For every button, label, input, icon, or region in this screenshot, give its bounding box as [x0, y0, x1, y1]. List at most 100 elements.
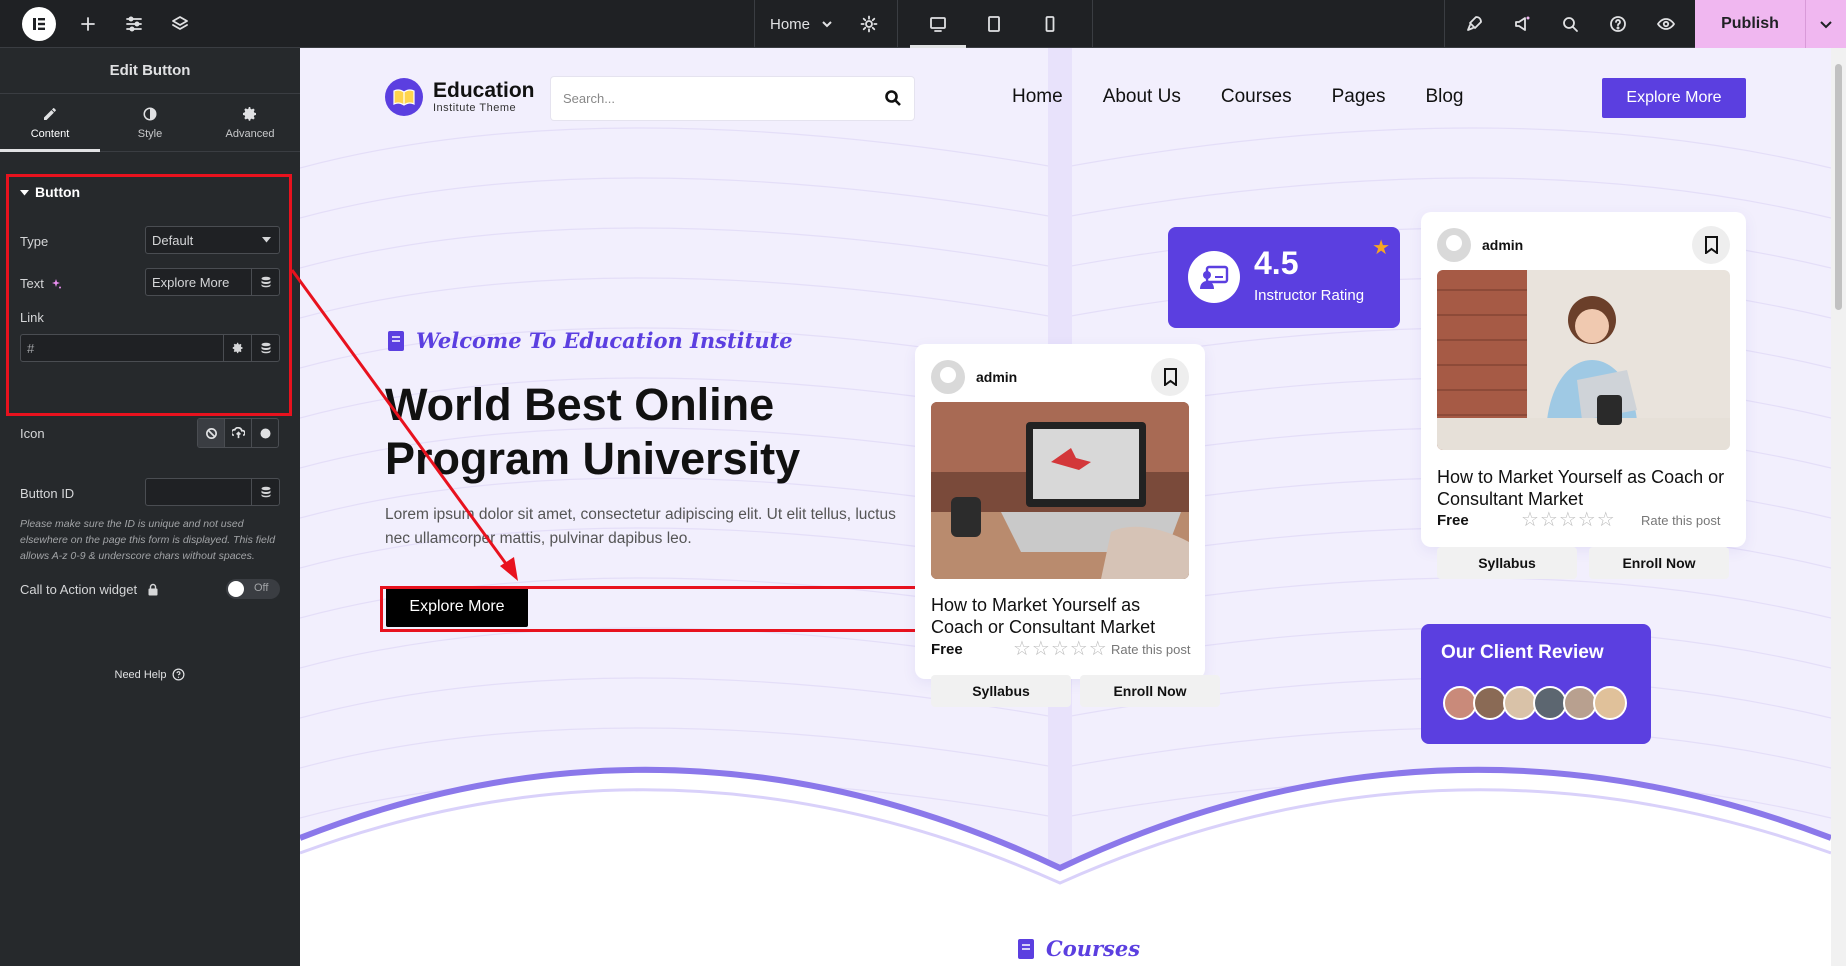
avatar [1437, 228, 1471, 262]
site-planner-rocket-icon[interactable] [1450, 0, 1498, 48]
structure-layers-icon[interactable] [156, 0, 204, 48]
editor-panel: Edit Button Content Style Advanced Butto… [0, 48, 300, 966]
nav-explore-more-button[interactable]: Explore More [1602, 78, 1746, 118]
preview-canvas: Education Institute Theme Search... Home… [300, 48, 1831, 966]
icon-label: Icon [20, 426, 45, 441]
tab-content-label: Content [30, 127, 70, 140]
hero-title: World Best Online Program University [385, 378, 945, 486]
tab-style-label: Style [137, 127, 163, 140]
card-author: admin [976, 369, 1018, 385]
button-id-input[interactable] [145, 478, 280, 506]
nav-pages[interactable]: Pages [1332, 86, 1386, 108]
nav-courses[interactable]: Courses [1221, 86, 1292, 108]
half-circle-style-icon [143, 107, 157, 120]
page-name: Home [770, 15, 811, 33]
ban-icon [205, 427, 217, 439]
cta-toggle[interactable]: Off [226, 579, 280, 599]
panel-annotation-highlight [6, 174, 292, 416]
toggle-state: Off [254, 582, 269, 594]
instructor-icon [1188, 251, 1240, 303]
need-help-link[interactable]: Need Help [0, 668, 300, 681]
rating-stars[interactable]: ☆☆☆☆☆ [1521, 507, 1616, 532]
icon-choice-group [197, 418, 279, 448]
courses-label-text: Courses [1046, 936, 1141, 961]
courses-section-label: Courses [1016, 936, 1140, 961]
scrollbar-thumb[interactable] [1835, 64, 1842, 310]
panel-tabs: Content Style Advanced [0, 94, 300, 152]
circle-icon [259, 427, 271, 439]
bookmark-icon [1704, 236, 1718, 254]
page-settings-gear-icon[interactable] [845, 0, 893, 48]
search-icon[interactable] [1546, 0, 1594, 48]
help-icon[interactable] [1594, 0, 1642, 48]
icon-library-option[interactable] [252, 419, 278, 447]
button-id-dynamic-tags-button[interactable] [251, 479, 279, 505]
site-nav: Home About Us Courses Pages Blog [1012, 86, 1464, 108]
nav-home[interactable]: Home [1012, 86, 1063, 108]
rating-stars[interactable]: ☆☆☆☆☆ [1013, 636, 1108, 661]
enroll-now-button[interactable]: Enroll Now [1589, 547, 1729, 579]
desktop-device-icon[interactable] [914, 0, 962, 48]
bookmark-icon [1163, 368, 1177, 386]
card-price: Free [1437, 512, 1469, 529]
elementor-logo-icon[interactable] [22, 7, 56, 41]
star-icon: ★ [1372, 237, 1390, 259]
toggle-knob [228, 581, 244, 597]
chevron-down-icon [822, 21, 832, 28]
avatar [1533, 686, 1567, 720]
need-help-label: Need Help [114, 668, 167, 681]
course-card: admin How to Market Yourself as Coach or… [1421, 212, 1746, 579]
bookmark-button[interactable] [1692, 226, 1730, 264]
course-card: admin How to Market Yourself as Coach or… [915, 344, 1220, 707]
preview-eye-icon[interactable] [1642, 0, 1690, 48]
nav-about-us[interactable]: About Us [1103, 86, 1181, 108]
card-title[interactable]: How to Market Yourself as Coach or Consu… [1437, 466, 1732, 510]
publish-options-button[interactable] [1805, 0, 1846, 48]
tab-advanced[interactable]: Advanced [200, 94, 300, 151]
site-logo[interactable]: Education Institute Theme [385, 78, 535, 116]
avatar [1593, 686, 1627, 720]
chevron-down-icon [1820, 21, 1832, 29]
search-icon[interactable] [884, 89, 902, 107]
syllabus-button[interactable]: Syllabus [1437, 547, 1577, 579]
syllabus-button[interactable]: Syllabus [931, 675, 1071, 707]
tab-content[interactable]: Content [0, 94, 100, 152]
pencil-icon [44, 107, 56, 120]
tablet-device-icon[interactable] [970, 0, 1018, 48]
publish-button-group: Publish [1695, 0, 1846, 48]
cta-label: Call to Action widget [20, 582, 138, 597]
button-id-help-text: Please make sure the ID is unique and no… [20, 518, 276, 562]
rating-label: Instructor Rating [1254, 287, 1365, 304]
rating-value: 4.5 [1254, 245, 1299, 281]
whats-new-megaphone-icon[interactable] [1498, 0, 1546, 48]
tab-style[interactable]: Style [100, 94, 200, 151]
avatar [1563, 686, 1597, 720]
card-title[interactable]: How to Market Yourself as Coach or Consu… [931, 594, 1191, 638]
avatar [1473, 686, 1507, 720]
icon-upload-option[interactable] [225, 419, 252, 447]
open-book-logo-icon [385, 78, 423, 116]
site-search-input[interactable]: Search... [551, 77, 914, 120]
book-icon [1018, 938, 1034, 959]
instructor-rating-card: 4.5 Instructor Rating ★ [1168, 227, 1400, 328]
gear-icon [243, 106, 256, 121]
canvas-scrollbar[interactable] [1831, 48, 1846, 966]
mobile-device-icon[interactable] [1026, 0, 1074, 48]
welcome-text: Welcome To Education Institute [416, 328, 793, 353]
editor-topbar: Home Publish [0, 0, 1846, 48]
upload-icon [231, 426, 245, 438]
publish-button[interactable]: Publish [1695, 0, 1805, 48]
avatar [1503, 686, 1537, 720]
site-settings-icon[interactable] [110, 0, 158, 48]
avatar [931, 360, 965, 394]
course-image-laptop[interactable] [931, 402, 1189, 579]
bookmark-button[interactable] [1151, 358, 1189, 396]
icon-none-option[interactable] [198, 419, 225, 447]
enroll-now-button[interactable]: Enroll Now [1080, 675, 1220, 707]
add-element-icon[interactable] [64, 0, 112, 48]
page-selector[interactable]: Home [770, 0, 834, 48]
review-avatars [1443, 686, 1627, 720]
nav-blog[interactable]: Blog [1425, 86, 1463, 108]
rate-this-post: Rate this post [1111, 642, 1191, 657]
course-image-woman-laptop[interactable] [1437, 270, 1730, 450]
